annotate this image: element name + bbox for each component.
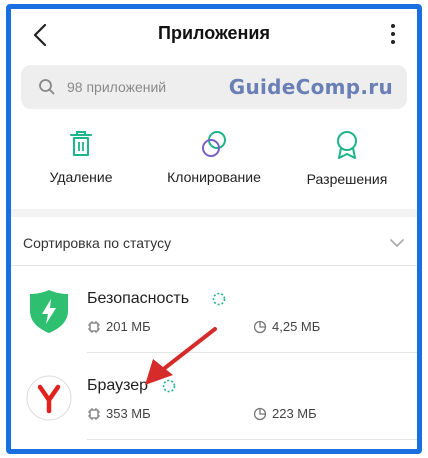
app-name: Браузер: [87, 377, 149, 394]
security-shield-icon: [30, 290, 68, 333]
uninstall-label: Удаление: [49, 169, 113, 185]
row-divider: [11, 265, 417, 266]
row-divider: [87, 352, 417, 353]
yandex-browser-icon: [26, 375, 72, 421]
award-ribbon-icon: [337, 131, 357, 159]
chip-icon: [88, 407, 100, 420]
sort-selector[interactable]: Сортировка по статусу: [11, 223, 417, 265]
more-dot-icon: [391, 32, 395, 36]
app-manager-screen: Приложения GuideComp.ru Удаление: [6, 4, 422, 454]
chip-icon: [88, 320, 100, 333]
row-divider: [87, 439, 417, 440]
permissions-action[interactable]: Разрешения: [287, 129, 407, 187]
cache-stat: 4,25 МБ: [253, 319, 320, 334]
cache-stat: 223 МБ: [253, 406, 317, 421]
chevron-down-icon: [390, 239, 404, 247]
storage-size: 353 МБ: [106, 406, 151, 421]
more-dot-icon: [391, 24, 395, 28]
storage-size: 201 МБ: [106, 319, 151, 334]
pie-chart-icon: [253, 320, 267, 333]
cache-size: 223 МБ: [272, 406, 317, 421]
clone-label: Клонирование: [167, 169, 261, 185]
section-divider: [11, 209, 417, 217]
search-input[interactable]: [67, 65, 247, 109]
cache-size: 4,25 МБ: [272, 319, 321, 334]
clone-action[interactable]: Клонирование: [154, 129, 274, 185]
permissions-label: Разрешения: [306, 171, 388, 187]
search-bar[interactable]: GuideComp.ru: [21, 65, 407, 109]
loading-spinner-icon: [212, 292, 226, 306]
sort-label: Сортировка по статусу: [23, 235, 172, 251]
watermark-text: GuideComp.ru: [228, 75, 393, 99]
app-row-security[interactable]: Безопасность 201 МБ 4,25 МБ: [11, 269, 417, 351]
more-options-button[interactable]: [387, 21, 399, 47]
storage-stat: 201 МБ: [87, 319, 151, 334]
search-icon: [39, 79, 55, 95]
quick-actions: Удаление Клонирование Разрешения: [11, 129, 417, 199]
more-dot-icon: [391, 40, 395, 44]
storage-stat: 353 МБ: [87, 406, 151, 421]
page-title: Приложения: [158, 23, 270, 43]
loading-spinner-icon: [162, 379, 176, 393]
trash-icon: [70, 131, 92, 156]
pie-chart-icon: [253, 407, 267, 420]
clone-circles-icon: [202, 131, 226, 157]
app-name: Безопасность: [87, 290, 190, 307]
uninstall-action[interactable]: Удаление: [21, 129, 141, 185]
app-row-browser[interactable]: Браузер 353 МБ 223 МБ: [11, 356, 417, 438]
top-bar: Приложения: [11, 9, 417, 59]
